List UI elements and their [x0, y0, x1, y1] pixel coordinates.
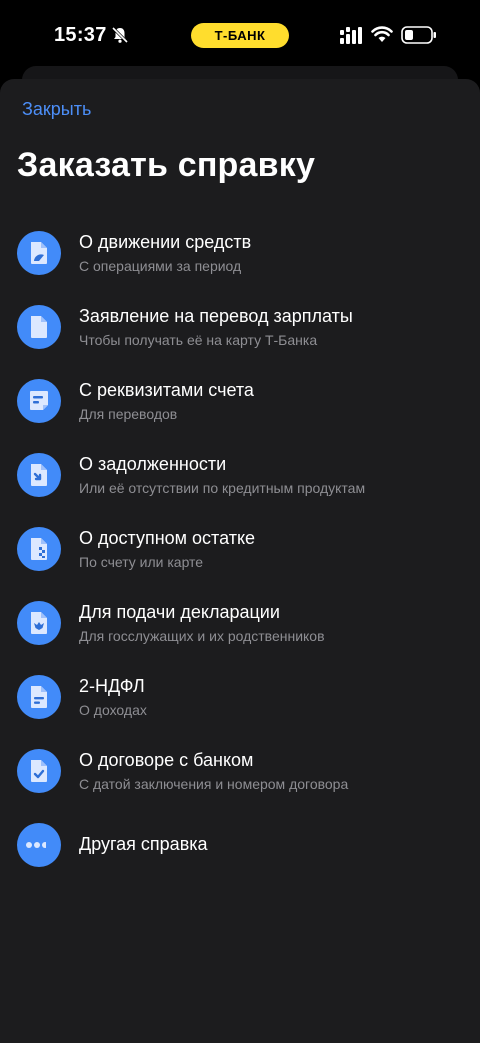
list-item-salary-transfer[interactable]: Заявление на перевод зарплаты Чтобы полу…	[0, 290, 480, 364]
document-lines-icon	[17, 675, 61, 719]
wifi-icon	[371, 25, 393, 43]
bank-badge: Т-БАНК	[191, 23, 289, 48]
item-subtitle: Или её отсутствии по кредитным продуктам	[79, 480, 366, 496]
bell-muted-icon	[111, 26, 129, 44]
document-icon	[17, 305, 61, 349]
item-subtitle: Чтобы получать её на карту Т-Банка	[79, 332, 318, 348]
item-title: Другая справка	[79, 834, 208, 854]
list-item-other-certificate[interactable]: Другая справка	[0, 808, 480, 882]
more-dots-icon	[17, 823, 61, 867]
item-title: О договоре с банком	[79, 750, 254, 770]
battery-icon	[401, 26, 437, 44]
list-item-2ndfl[interactable]: 2-НДФЛ О доходах	[0, 660, 480, 734]
list-item-declaration[interactable]: Для подачи декларации Для госслужащих и …	[0, 586, 480, 660]
item-title: О задолженности	[79, 454, 227, 474]
item-title: С реквизитами счета	[79, 380, 254, 400]
item-title: О доступном остатке	[79, 528, 256, 548]
page-title: Заказать справку	[17, 146, 316, 184]
status-bar: 15:37 Т-БАНК	[0, 0, 480, 70]
item-subtitle: Для госслужащих и их родственников	[79, 628, 325, 644]
cellular-signal-icon	[340, 27, 362, 44]
item-subtitle: О доходах	[79, 702, 147, 718]
list-item-account-movements[interactable]: О движении средств С операциями за перио…	[0, 216, 480, 290]
close-button[interactable]: Закрыть	[22, 99, 91, 120]
list-item-account-requisites[interactable]: С реквизитами счета Для переводов	[0, 364, 480, 438]
requisites-icon	[17, 379, 61, 423]
item-title: 2-НДФЛ	[79, 676, 145, 696]
item-subtitle: С операциями за период	[79, 258, 242, 274]
list-item-available-balance[interactable]: О доступном остатке По счету или карте	[0, 512, 480, 586]
document-check-icon	[17, 749, 61, 793]
list-item-bank-contract[interactable]: О договоре с банком С датой заключения и…	[0, 734, 480, 808]
item-subtitle: Для переводов	[79, 406, 178, 422]
list-item-debt[interactable]: О задолженности Или её отсутствии по кре…	[0, 438, 480, 512]
document-chart-icon	[17, 231, 61, 275]
item-subtitle: С датой заключения и номером договора	[79, 776, 349, 792]
status-time: 15:37	[54, 24, 107, 46]
document-arrow-icon	[17, 453, 61, 497]
item-title: О движении средств	[79, 232, 252, 252]
document-emblem-icon	[17, 601, 61, 645]
item-title: Заявление на перевод зарплаты	[79, 306, 353, 326]
item-subtitle: По счету или карте	[79, 554, 204, 570]
item-title: Для подачи декларации	[79, 602, 280, 622]
document-balance-icon	[17, 527, 61, 571]
